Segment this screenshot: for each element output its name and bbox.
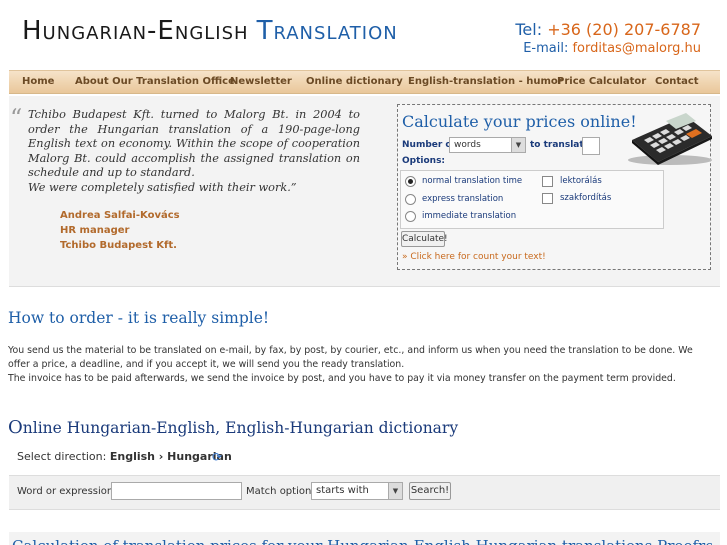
match-option-label: Match option: <box>246 486 315 497</box>
calculator-title: Calculate your prices online! <box>402 112 637 131</box>
quote-mark: “ <box>10 104 23 132</box>
count-input[interactable] <box>582 137 600 155</box>
signature-name: Andrea Salfai-Kovács <box>60 210 180 221</box>
testimonial-text: Tchibo Budapest Kft. turned to Malorg Bt… <box>28 108 360 195</box>
logo-translation: Translation <box>256 16 398 46</box>
number-of-label: Number of <box>402 140 456 150</box>
testimonial-closing: We were completely satisfied with their … <box>28 180 297 194</box>
bottom-heading: Calculation of translation prices for yo… <box>12 537 712 545</box>
dictionary-heading-initial: O <box>8 417 23 438</box>
calculate-button[interactable]: Calculate! <box>401 231 448 247</box>
chk-szakforditas-label: szakfordítás <box>560 193 612 203</box>
testimonial-signature: Andrea Salfai-Kovács HR manager Tchibo B… <box>60 208 180 253</box>
email-address[interactable]: forditas@malorg.hu <box>572 41 701 56</box>
word-label: Word or expression: <box>17 486 117 497</box>
contact-info: Tel: +36 (20) 207-6787 E-mail: forditas@… <box>515 20 701 56</box>
main-nav: Home About Our Translation Office Newsle… <box>9 70 720 94</box>
dictionary-heading-rest: nline Hungarian-English, English-Hungari… <box>22 419 459 437</box>
order-paragraph-1: You send us the material to be translate… <box>8 345 693 370</box>
email-label: E-mail: <box>523 41 569 56</box>
direction-label: Select direction: <box>17 450 107 463</box>
nav-contact[interactable]: Contact <box>655 76 699 87</box>
phone-line: Tel: +36 (20) 207-6787 <box>515 20 701 39</box>
testimonial-body: Tchibo Budapest Kft. turned to Malorg Bt… <box>28 108 360 179</box>
match-option-value: starts with <box>316 485 369 496</box>
phone-label: Tel: <box>515 20 543 39</box>
checkbox-szakforditas[interactable] <box>542 193 553 204</box>
direction-selector: Select direction: English › Hungarian <box>17 450 232 463</box>
search-button[interactable]: Search! <box>409 482 451 500</box>
dictionary-heading: Online Hungarian-English, English-Hungar… <box>8 417 458 438</box>
radio-express[interactable] <box>405 194 416 205</box>
radio-normal[interactable] <box>405 176 416 187</box>
phone-number: +36 (20) 207-6787 <box>547 20 701 39</box>
calculator-icon <box>628 113 712 165</box>
options-label: Options: <box>402 156 446 166</box>
order-heading: How to order - it is really simple! <box>8 309 270 327</box>
chk-lektoralas-label: lektorálás <box>560 176 602 186</box>
nav-price-calculator[interactable]: Price Calculator <box>557 76 646 87</box>
radio-immediate[interactable] <box>405 211 416 222</box>
logo-hungarian-english: Hungarian-English <box>22 16 249 46</box>
site-header: Hungarian-English Translation Tel: +36 (… <box>0 0 727 70</box>
order-text: You send us the material to be translate… <box>8 344 712 386</box>
nav-humor[interactable]: English-translation - humor <box>408 76 563 87</box>
email-line: E-mail: forditas@malorg.hu <box>515 41 701 56</box>
nav-newsletter[interactable]: Newsletter <box>230 76 292 87</box>
swap-direction-icon[interactable]: ⟳ <box>212 450 222 464</box>
count-text-link[interactable]: » Click here for count your text! <box>402 252 546 262</box>
match-option-select[interactable]: starts with ▼ <box>311 482 403 500</box>
signature-company: Tchibo Budapest Kft. <box>60 240 177 251</box>
site-logo[interactable]: Hungarian-English Translation <box>22 16 398 46</box>
nav-online-dictionary[interactable]: Online dictionary <box>306 76 403 87</box>
opt-normal-label: normal translation time <box>422 176 523 186</box>
nav-about[interactable]: About Our Translation Office <box>75 76 235 87</box>
chevron-down-icon: ▼ <box>388 483 402 499</box>
word-input[interactable] <box>111 482 242 500</box>
order-paragraph-2: The invoice has to be paid afterwards, w… <box>8 373 676 384</box>
nav-home[interactable]: Home <box>22 76 54 87</box>
opt-express-label: express translation <box>422 194 504 204</box>
chevron-down-icon: ▼ <box>511 138 525 152</box>
unit-select[interactable]: words ▼ <box>449 137 526 153</box>
signature-role: HR manager <box>60 225 130 236</box>
checkbox-lektoralas[interactable] <box>542 176 553 187</box>
unit-select-value: words <box>454 140 481 150</box>
opt-immediate-label: immediate translation <box>422 211 517 221</box>
